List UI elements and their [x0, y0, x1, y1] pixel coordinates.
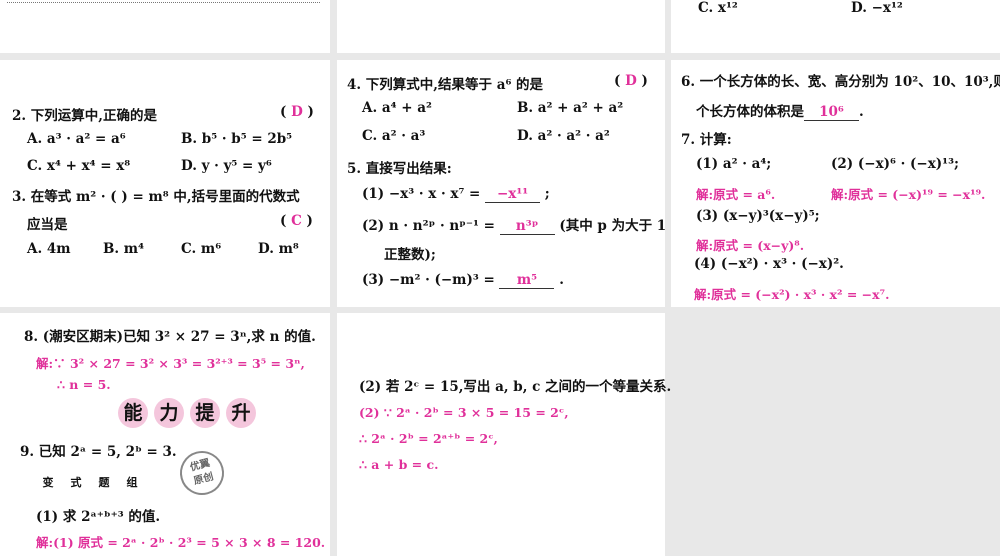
- q3-stem: 3. 在等式 m² · ( ) = m⁸ 中,括号里面的代数式: [12, 189, 300, 205]
- punct: .: [859, 104, 864, 120]
- q7-solution-2: 解:原式 = (−x)¹⁹ = −x¹⁹.: [831, 187, 986, 202]
- q8-solution-2: ∴ n = 5.: [57, 377, 111, 392]
- q9-solution-2a: (2) ∵ 2ᵃ · 2ᵇ = 3 × 5 = 15 = 2ᶜ,: [359, 405, 569, 420]
- q7-part-1: (1) a² · a⁴;: [696, 156, 772, 172]
- group-char: 组: [120, 471, 144, 495]
- q7-part-3: (3) (x−y)³(x−y)⁵;: [696, 208, 820, 224]
- answer: D: [291, 104, 303, 120]
- q2-option-a: A. a³ · a² = a⁶: [27, 131, 126, 147]
- q4-option-d: D. a² · a² · a²: [517, 128, 610, 144]
- q8-stem: 8. (潮安区期末)已知 3² × 27 = 3ⁿ,求 n 的值.: [24, 329, 316, 345]
- q9-part-2: (2) 若 2ᶜ = 15,写出 a, b, c 之间的一个等量关系.: [359, 379, 672, 395]
- q7-solution-3: 解:原式 = (x−y)⁸.: [696, 238, 805, 253]
- q2-stem: 2. 下列运算中,正确的是: [12, 108, 157, 124]
- option-c: C. x¹²: [698, 0, 738, 16]
- panel-q8-q9: 8. (潮安区期末)已知 3² × 27 = 3ⁿ,求 n 的值. 解:∵ 3²…: [0, 313, 330, 556]
- answer: C: [291, 213, 302, 229]
- q5-part-2-cont: 正整数);: [384, 247, 436, 263]
- q5-part-2: (2) n · n²ᵖ · nᵖ⁻¹ = n³ᵖ (其中 p 为大于 1 的: [362, 214, 684, 235]
- q3-option-c: C. m⁶: [181, 241, 222, 257]
- q5-part-3: (3) −m² · (−m)³ = m⁵ .: [362, 272, 564, 289]
- panel-top-middle: [337, 0, 665, 53]
- panel-top-left: [0, 0, 330, 53]
- expr: (1) −x³ · x · x⁷ =: [362, 186, 481, 202]
- q8-solution-1: 解:∵ 3² × 27 = 3² × 3³ = 3²⁺³ = 3⁵ = 3ⁿ,: [36, 356, 305, 371]
- punct: .: [559, 272, 564, 288]
- panel-empty: [671, 313, 1000, 556]
- answer: D: [625, 73, 637, 89]
- q9-part-1: (1) 求 2ᵃ⁺ᵇ⁺³ 的值.: [36, 509, 161, 525]
- q2-option-c: C. x⁴ + x⁴ = x⁸: [27, 158, 131, 174]
- q7-stem: 7. 计算:: [681, 132, 732, 148]
- expr: (3) −m² · (−m)³ =: [362, 272, 495, 288]
- punct: ;: [544, 186, 550, 202]
- q6-stem: 6. 一个长方体的长、宽、高分别为 10²、10、10³,则这: [681, 74, 1000, 90]
- section-char: 提: [190, 398, 220, 428]
- answer-blank: m⁵: [499, 272, 555, 289]
- q5-part-1: (1) −x³ · x · x⁷ = −x¹¹ ;: [362, 186, 550, 203]
- q3-option-b: B. m⁴: [103, 241, 145, 257]
- q9-solution-2c: ∴ a + b = c.: [359, 457, 439, 472]
- dotted-divider: [7, 2, 320, 3]
- q4-option-b: B. a² + a² + a²: [517, 100, 624, 116]
- q4-answer: ( D ): [614, 73, 648, 89]
- option-d: D. −x¹²: [851, 0, 903, 16]
- panel-q9-part2: (2) 若 2ᶜ = 15,写出 a, b, c 之间的一个等量关系. (2) …: [337, 313, 671, 556]
- answer-blank: 10⁶: [804, 104, 859, 121]
- q7-solution-4: 解:原式 = (−x²) · x³ · x² = −x⁷.: [694, 287, 890, 302]
- q4-stem: 4. 下列算式中,结果等于 a⁶ 的是: [347, 77, 544, 93]
- q3-stem-2: 应当是: [27, 217, 68, 233]
- q3-answer: ( C ): [280, 213, 313, 229]
- panel-q6-q7: 6. 一个长方体的长、宽、高分别为 10²、10、10³,则这 个长方体的体积是…: [671, 60, 1000, 307]
- q3-option-a: A. 4m: [27, 241, 71, 257]
- panel-top-right: C. x¹² D. −x¹²: [671, 0, 1000, 53]
- section-char: 能: [118, 398, 148, 428]
- answer-blank: −x¹¹: [485, 186, 541, 203]
- section-title: 能力提升: [118, 398, 262, 428]
- q7-part-2: (2) (−x)⁶ · (−x)¹³;: [831, 156, 959, 172]
- q2-answer: ( D ): [280, 104, 314, 120]
- text: 个长方体的体积是: [696, 104, 804, 120]
- q2-option-d: D. y · y⁵ = y⁶: [181, 158, 272, 174]
- group-char: 变: [36, 471, 60, 495]
- section-char: 力: [154, 398, 184, 428]
- variant-group-label: 变式题组: [36, 471, 148, 495]
- original-stamp: 优翼 原创: [175, 446, 229, 500]
- panel-q2-q3: 2. 下列运算中,正确的是 ( D ) A. a³ · a² = a⁶ B. b…: [0, 60, 330, 307]
- q4-option-a: A. a⁴ + a²: [362, 100, 432, 116]
- q6-stem-2: 个长方体的体积是 10⁶.: [696, 100, 864, 121]
- q5-stem: 5. 直接写出结果:: [347, 161, 452, 177]
- q7-solution-1: 解:原式 = a⁶.: [696, 187, 776, 202]
- q4-option-c: C. a² · a³: [362, 128, 426, 144]
- group-char: 题: [92, 471, 116, 495]
- q9-stem: 9. 已知 2ᵃ = 5, 2ᵇ = 3.: [20, 444, 177, 460]
- panel-q4-q5: 4. 下列算式中,结果等于 a⁶ 的是 ( D ) A. a⁴ + a² B. …: [337, 60, 684, 307]
- group-char: 式: [64, 471, 88, 495]
- q7-part-4: (4) (−x²) · x³ · (−x)².: [694, 256, 844, 272]
- note: (其中 p 为大于 1 的: [559, 218, 685, 234]
- section-char: 升: [226, 398, 256, 428]
- q2-option-b: B. b⁵ · b⁵ = 2b⁵: [181, 131, 293, 147]
- q9-solution-1: 解:(1) 原式 = 2ᵃ · 2ᵇ · 2³ = 5 × 3 × 8 = 12…: [36, 535, 326, 550]
- answer-blank: n³ᵖ: [499, 218, 555, 235]
- expr: (2) n · n²ᵖ · nᵖ⁻¹ =: [362, 218, 495, 234]
- q9-solution-2b: ∴ 2ᵃ · 2ᵇ = 2ᵃ⁺ᵇ = 2ᶜ,: [359, 431, 498, 446]
- q3-option-d: D. m⁸: [258, 241, 299, 257]
